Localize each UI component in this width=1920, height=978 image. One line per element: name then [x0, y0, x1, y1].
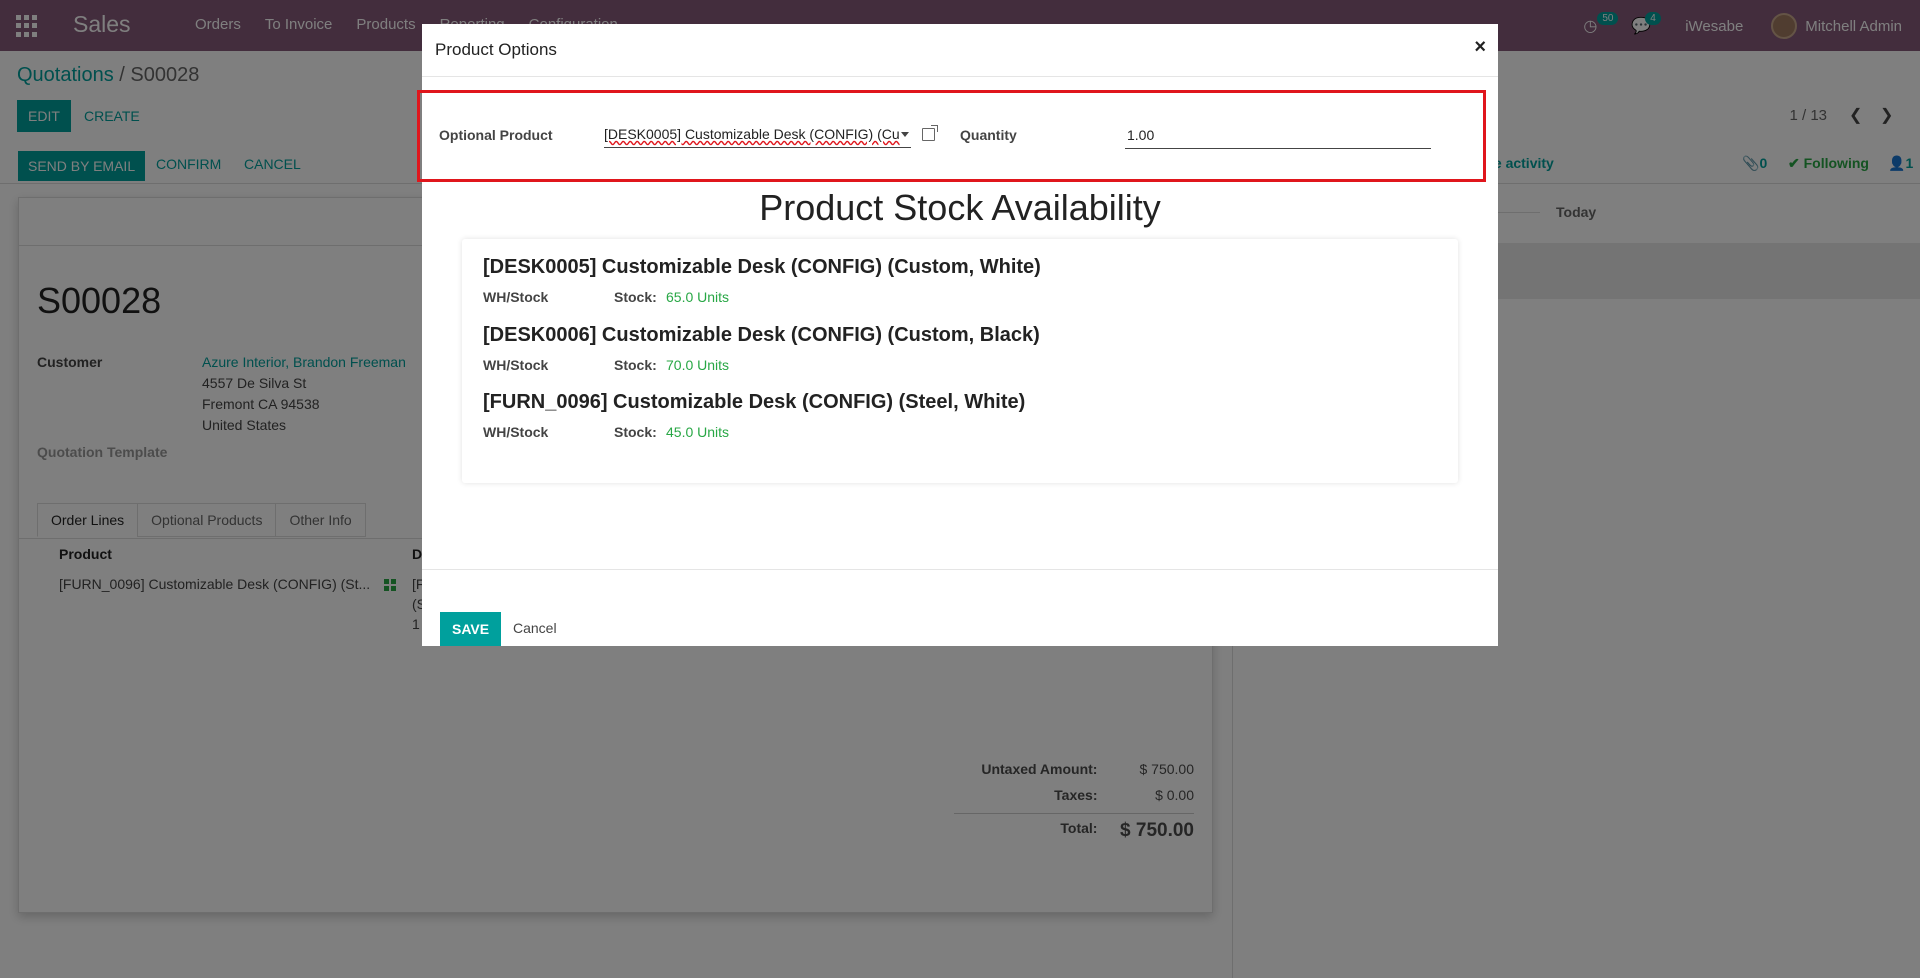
dialog-footer — [422, 569, 1498, 646]
stock-item-label: Stock: — [614, 357, 657, 373]
stock-item-value: 45.0 Units — [666, 424, 730, 440]
save-button[interactable]: SAVE — [440, 612, 502, 646]
stock-item: [DESK0005] Customizable Desk (CONFIG) (C… — [483, 256, 1041, 305]
stock-item-name: [FURN_0096] Customizable Desk (CONFIG) (… — [483, 391, 1026, 413]
stock-item-location: WH/Stock — [483, 289, 549, 305]
stock-item-name: [DESK0005] Customizable Desk (CONFIG) (C… — [483, 256, 1041, 278]
dropdown-caret-icon[interactable] — [901, 132, 909, 137]
product-options-dialog: Product Options × Optional Product [DESK… — [417, 24, 1498, 646]
stock-item-value: 65.0 Units — [666, 289, 730, 305]
optional-product-value: [DESK0005] Customizable Desk (CONFIG) (C… — [604, 126, 900, 142]
stock-availability-title: Product Stock Availability — [759, 187, 1161, 228]
stock-item-label: Stock: — [614, 289, 657, 305]
quantity-field[interactable]: 1.00 — [1125, 127, 1431, 149]
optional-product-field[interactable]: [DESK0005] Customizable Desk (CONFIG) (C… — [604, 126, 911, 148]
stock-item: [FURN_0096] Customizable Desk (CONFIG) (… — [483, 391, 1026, 440]
external-link-icon[interactable] — [922, 125, 938, 141]
dialog-title: Product Options — [435, 40, 557, 59]
dialog-header: Product Options × — [422, 24, 1498, 77]
cancel-button[interactable]: Cancel — [513, 620, 557, 636]
quantity-label: Quantity — [960, 127, 1017, 143]
stock-item-label: Stock: — [614, 424, 657, 440]
stock-item-location: WH/Stock — [483, 357, 549, 373]
stock-availability-card: [DESK0005] Customizable Desk (CONFIG) (C… — [462, 239, 1458, 483]
stock-item-name: [DESK0006] Customizable Desk (CONFIG) (C… — [483, 324, 1040, 346]
stock-item-value: 70.0 Units — [666, 357, 730, 373]
close-icon[interactable]: × — [1474, 36, 1486, 59]
stock-item-location: WH/Stock — [483, 424, 549, 440]
stock-item: [DESK0006] Customizable Desk (CONFIG) (C… — [483, 324, 1040, 373]
optional-product-label: Optional Product — [439, 127, 553, 143]
